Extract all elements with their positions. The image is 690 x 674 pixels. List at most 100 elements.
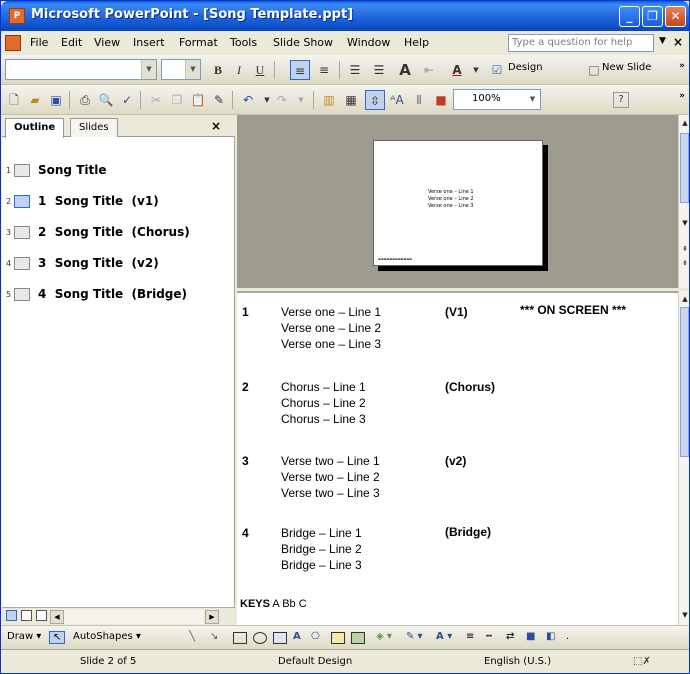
line-color-icon[interactable]: ✎ ▾ [406, 631, 423, 642]
outline-slide-5[interactable] [2, 260, 235, 280]
pane-close-icon[interactable]: × [211, 119, 221, 133]
scroll-right-icon[interactable]: ▶ [205, 610, 219, 624]
rectangle-icon[interactable] [233, 632, 247, 644]
chevron-down-icon[interactable]: ▼ [525, 90, 540, 109]
menu-file[interactable]: File [30, 36, 48, 49]
format-painter-icon[interactable]: ✎ [209, 90, 229, 110]
align-left-icon[interactable]: ≡ [290, 60, 310, 80]
align-center-icon[interactable]: ≡ [314, 60, 334, 80]
scroll-down-icon[interactable]: ▼ [680, 217, 690, 229]
dash-style-icon[interactable]: ┅ [486, 631, 492, 642]
toolbar-options-icon[interactable]: . [566, 631, 569, 642]
wordart-icon[interactable]: A [293, 631, 301, 642]
chevron-down-icon[interactable]: ▼ [291, 90, 311, 110]
slide-title[interactable]: 1 Song Title (v1) [38, 194, 159, 208]
restore-button[interactable]: ❐ [642, 6, 663, 27]
scroll-up-icon[interactable]: ▲ [680, 293, 690, 305]
notes-vertical-scrollbar[interactable]: ▲ ▼ [678, 291, 689, 625]
new-icon[interactable]: 🗋 [4, 90, 24, 110]
minimize-button[interactable]: _ [619, 6, 640, 27]
color-grayscale-icon[interactable]: ■ [431, 90, 451, 110]
design-icon[interactable]: ☑ [487, 60, 507, 80]
normal-view-icon[interactable] [6, 610, 17, 621]
select-objects-icon[interactable]: ↖ [49, 631, 66, 644]
menu-format[interactable]: Format [179, 36, 218, 49]
clip-art-icon[interactable] [331, 632, 345, 644]
chevron-down-icon[interactable]: ▼ [141, 60, 156, 79]
scroll-thumb[interactable] [680, 307, 689, 457]
new-slide-icon[interactable]: □ [584, 60, 604, 80]
outline-slide-3[interactable]: 3 2 Song Title (Chorus) [2, 223, 235, 243]
scroll-down-icon[interactable]: ▼ [680, 609, 690, 621]
expand-all-icon[interactable]: ⇳ [365, 90, 385, 110]
insert-picture-icon[interactable] [351, 632, 365, 644]
menu-window[interactable]: Window [347, 36, 390, 49]
slide-sorter-view-icon[interactable] [21, 610, 32, 621]
chevron-down-icon[interactable]: ▼ [185, 60, 200, 79]
spelling-icon[interactable]: ✓ [117, 90, 137, 110]
font-size-combo[interactable]: ▼ [161, 59, 201, 80]
slide-show-view-icon[interactable] [36, 610, 47, 621]
document-close-button[interactable]: × [673, 35, 683, 49]
design-button[interactable]: Design [508, 62, 543, 73]
menu-help[interactable]: Help [404, 36, 429, 49]
tab-slides[interactable]: Slides [70, 118, 118, 137]
new-slide-button[interactable]: New Slide [602, 62, 651, 73]
print-preview-icon[interactable]: 🔍 [96, 90, 116, 110]
bold-button[interactable]: B [208, 60, 228, 80]
zoom-combo[interactable]: 100% ▼ [453, 89, 541, 110]
menu-slide-show[interactable]: Slide Show [273, 36, 333, 49]
3d-style-icon[interactable]: ◧ [546, 631, 555, 642]
outline-slide-2[interactable]: 2 1 Song Title (v1) [2, 192, 235, 212]
close-button[interactable]: ✕ [665, 6, 686, 27]
slide-title[interactable]: Song Title [38, 163, 106, 177]
outline-horizontal-scrollbar[interactable] [64, 610, 204, 624]
paste-icon[interactable]: 📋 [188, 90, 208, 110]
scroll-left-icon[interactable]: ◀ [50, 610, 64, 624]
tab-outline[interactable]: Outline [5, 118, 65, 138]
chevron-down-icon[interactable]: ▼ [466, 60, 486, 80]
notes-pane[interactable]: 1 Verse one – Line 1 Verse one – Line 2 … [237, 291, 678, 625]
diagram-icon[interactable]: ⎔ [311, 631, 320, 642]
draw-menu-button[interactable]: Draw ▾ [7, 631, 41, 642]
outline-slide-5-row[interactable]: 5 4 Song Title (Bridge) [2, 285, 235, 305]
increase-font-icon[interactable]: A [395, 60, 415, 80]
slide-title[interactable]: 2 Song Title (Chorus) [38, 225, 190, 239]
arrow-icon[interactable]: ↘ [210, 631, 218, 642]
show-formatting-icon[interactable]: ᴬA [387, 90, 407, 110]
italic-button[interactable]: I [229, 60, 249, 80]
spelling-status-icon[interactable]: ⬚✗ [633, 656, 651, 667]
slide-title[interactable]: 4 Song Title (Bridge) [38, 287, 187, 301]
arrow-style-icon[interactable]: ⇄ [506, 631, 514, 642]
cut-icon[interactable]: ✂ [146, 90, 166, 110]
powerpoint-app-icon[interactable]: P [9, 8, 25, 24]
document-icon[interactable] [5, 35, 21, 51]
help-dropdown-icon[interactable]: ▼ [659, 36, 666, 46]
decrease-indent-icon[interactable]: ⇤ [419, 60, 439, 80]
next-slide-icon[interactable]: ⇟ [680, 257, 690, 269]
copy-icon[interactable]: ❐ [167, 90, 187, 110]
undo-icon[interactable]: ↶ [238, 90, 258, 110]
slide-preview[interactable]: Verse one – Line 1 Verse one – Line 2 Ve… [373, 140, 543, 266]
help-icon[interactable]: ? [613, 92, 629, 108]
bullets-icon[interactable]: ☰ [369, 60, 389, 80]
toolbar-options-icon[interactable]: » [679, 91, 685, 101]
line-style-icon[interactable]: ≡ [466, 631, 474, 642]
slide-vertical-scrollbar[interactable]: ▲ ▼ ⇞ ⇟ [678, 115, 689, 288]
oval-icon[interactable] [253, 632, 267, 644]
save-icon[interactable]: ▣ [46, 90, 66, 110]
line-icon[interactable]: ╲ [189, 631, 195, 642]
font-color-icon[interactable]: A [447, 60, 467, 80]
numbering-icon[interactable]: ☰ [345, 60, 365, 80]
insert-table-icon[interactable]: ▦ [341, 90, 361, 110]
fill-color-icon[interactable]: ◈ ▾ [376, 631, 392, 642]
outline-slide-1[interactable]: 1 Song Title [2, 161, 235, 181]
menu-edit[interactable]: Edit [61, 36, 82, 49]
font-color-draw-icon[interactable]: A ▾ [436, 631, 452, 642]
shadow-style-icon[interactable]: ■ [526, 631, 535, 642]
menu-tools[interactable]: Tools [230, 36, 257, 49]
scroll-up-icon[interactable]: ▲ [680, 117, 690, 129]
insert-chart-icon[interactable]: ▥ [319, 90, 339, 110]
text-box-icon[interactable] [273, 632, 287, 644]
toolbar-options-icon[interactable]: » [679, 61, 685, 71]
